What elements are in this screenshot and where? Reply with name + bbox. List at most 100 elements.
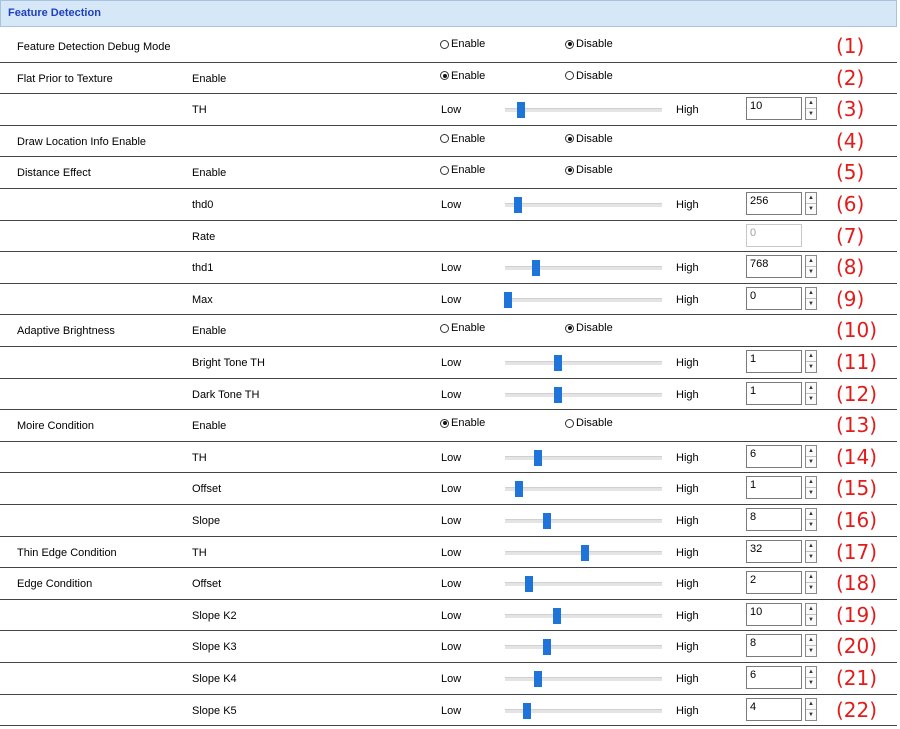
enable-radio[interactable]: Enable: [440, 322, 485, 334]
slider-thumb[interactable]: [554, 355, 563, 371]
value-input[interactable]: [750, 542, 798, 555]
value-input[interactable]: [750, 289, 798, 302]
value-spinbox[interactable]: [746, 571, 802, 595]
value-spinbox[interactable]: [746, 634, 802, 658]
slider-track[interactable]: [505, 671, 662, 687]
slider-thumb[interactable]: [515, 481, 524, 498]
disable-radio[interactable]: Disable: [565, 322, 613, 334]
spin-down-icon[interactable]: ▼: [806, 678, 816, 688]
slider-track[interactable]: [505, 576, 662, 593]
spin-up-icon[interactable]: ▲: [806, 509, 816, 520]
spin-down-icon[interactable]: ▼: [806, 520, 816, 530]
value-spinbox[interactable]: [746, 255, 802, 279]
enable-radio[interactable]: Enable: [440, 133, 485, 145]
value-spinbox[interactable]: [746, 97, 802, 121]
spin-down-icon[interactable]: ▼: [806, 299, 816, 309]
slider-track[interactable]: [505, 481, 662, 498]
spin-down-icon[interactable]: ▼: [806, 267, 816, 277]
slider-thumb[interactable]: [522, 702, 531, 719]
slider-thumb[interactable]: [543, 639, 552, 656]
spin-down-icon[interactable]: ▼: [806, 204, 816, 214]
value-spinbox[interactable]: [746, 697, 802, 721]
spin-down-icon[interactable]: ▼: [806, 583, 816, 593]
spin-down-icon[interactable]: ▼: [806, 710, 816, 720]
value-spinbox[interactable]: [746, 602, 802, 626]
spin-buttons[interactable]: ▲ ▼: [805, 697, 817, 721]
spin-down-icon[interactable]: ▼: [806, 646, 816, 656]
slider-thumb[interactable]: [581, 544, 590, 561]
slider-thumb[interactable]: [524, 576, 533, 593]
value-input[interactable]: [750, 637, 798, 650]
value-spinbox[interactable]: [746, 539, 802, 563]
value-input[interactable]: [750, 511, 798, 523]
spin-up-icon[interactable]: ▲: [806, 699, 816, 710]
spin-buttons[interactable]: ▲ ▼: [805, 192, 817, 215]
slider-thumb[interactable]: [533, 671, 542, 687]
slider-track[interactable]: [505, 197, 662, 213]
spin-up-icon[interactable]: ▲: [806, 288, 816, 299]
spin-down-icon[interactable]: ▼: [806, 615, 816, 625]
spin-down-icon[interactable]: ▼: [806, 394, 816, 404]
value-input[interactable]: [750, 100, 798, 113]
slider-track[interactable]: [505, 639, 662, 656]
value-spinbox[interactable]: [746, 666, 802, 689]
disable-radio[interactable]: Disable: [565, 38, 613, 50]
value-input[interactable]: [750, 574, 798, 587]
spin-down-icon[interactable]: ▼: [806, 362, 816, 372]
disable-radio[interactable]: Disable: [565, 133, 613, 145]
slider-thumb[interactable]: [533, 449, 542, 466]
slider-thumb[interactable]: [552, 607, 561, 624]
slider-track[interactable]: [505, 449, 662, 466]
value-input[interactable]: [750, 700, 798, 713]
spin-up-icon[interactable]: ▲: [806, 572, 816, 584]
spin-down-icon[interactable]: ▼: [806, 457, 816, 467]
spin-up-icon[interactable]: ▲: [806, 98, 816, 110]
enable-radio[interactable]: Enable: [440, 70, 485, 82]
value-input[interactable]: [750, 195, 798, 207]
spin-buttons[interactable]: ▲ ▼: [805, 602, 817, 626]
spin-buttons[interactable]: ▲ ▼: [805, 634, 817, 658]
value-input[interactable]: [750, 605, 798, 618]
spin-buttons[interactable]: ▲ ▼: [805, 476, 817, 500]
slider-track[interactable]: [505, 544, 662, 561]
value-input[interactable]: [750, 447, 798, 460]
spin-up-icon[interactable]: ▲: [806, 604, 816, 615]
value-spinbox[interactable]: [746, 508, 802, 531]
value-input[interactable]: [750, 479, 798, 492]
value-spinbox[interactable]: [746, 350, 802, 373]
slider-thumb[interactable]: [504, 291, 513, 308]
spin-down-icon[interactable]: ▼: [806, 488, 816, 498]
slider-track[interactable]: [505, 355, 662, 371]
value-spinbox[interactable]: [746, 476, 802, 500]
enable-radio[interactable]: Enable: [440, 38, 485, 50]
spin-buttons[interactable]: ▲ ▼: [805, 444, 817, 468]
spin-buttons[interactable]: ▲ ▼: [805, 381, 817, 405]
value-input[interactable]: [750, 258, 798, 271]
spin-up-icon[interactable]: ▲: [806, 541, 816, 552]
spin-up-icon[interactable]: ▲: [806, 635, 816, 647]
spin-buttons[interactable]: ▲ ▼: [805, 286, 817, 310]
spin-buttons[interactable]: ▲ ▼: [805, 666, 817, 689]
disable-radio[interactable]: Disable: [565, 164, 613, 176]
slider-track[interactable]: [505, 260, 662, 277]
spin-up-icon[interactable]: ▲: [806, 667, 816, 678]
slider-thumb[interactable]: [554, 386, 563, 403]
slider-track[interactable]: [505, 513, 662, 529]
slider-track[interactable]: [504, 291, 662, 308]
spin-buttons[interactable]: ▲ ▼: [805, 508, 817, 531]
spin-up-icon[interactable]: ▲: [806, 446, 816, 457]
spin-up-icon[interactable]: ▲: [806, 477, 816, 489]
spin-up-icon[interactable]: ▲: [806, 351, 816, 362]
spin-buttons[interactable]: ▲ ▼: [805, 255, 817, 279]
spin-buttons[interactable]: ▲ ▼: [805, 571, 817, 595]
enable-radio[interactable]: Enable: [440, 164, 485, 176]
value-input[interactable]: [750, 353, 798, 365]
spin-up-icon[interactable]: ▲: [806, 193, 816, 204]
value-spinbox[interactable]: [746, 192, 802, 215]
spin-up-icon[interactable]: ▲: [806, 383, 816, 394]
value-spinbox[interactable]: [746, 444, 802, 468]
slider-thumb[interactable]: [532, 260, 541, 277]
value-input[interactable]: [750, 669, 798, 681]
slider-thumb[interactable]: [516, 102, 525, 119]
spin-buttons[interactable]: ▲ ▼: [805, 350, 817, 373]
